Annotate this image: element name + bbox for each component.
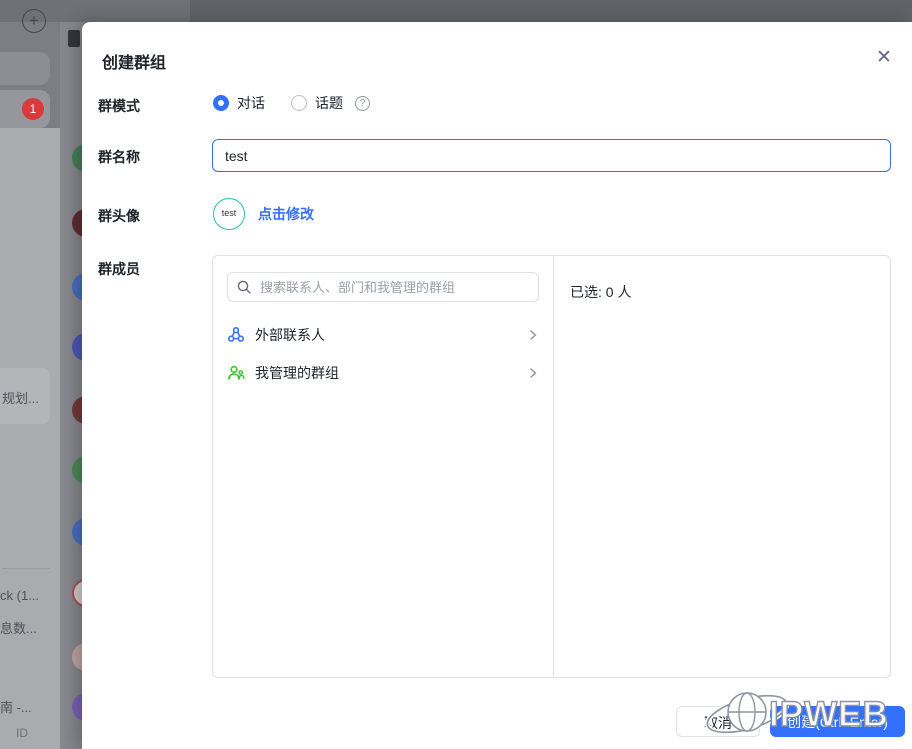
create-button[interactable]: 创建(Ctrl+Enter) [770,706,905,737]
group-avatar-label: 群头像 [98,208,140,224]
external-contacts-icon [227,326,244,342]
background-icon [68,30,80,47]
group-mode-radio-group: 对话 话题 ? [213,93,370,113]
sidebar-text: ID [16,726,28,740]
members-picker-panel: 外部联系人 我管理的群组 [212,255,891,678]
member-item-label: 外部联系人 [255,327,325,343]
plus-icon[interactable]: + [22,9,46,33]
chevron-right-icon [530,330,537,340]
avatar-edit-link[interactable]: 点击修改 [258,204,314,224]
unread-badge: 1 [22,98,44,120]
sidebar-item-dimmed [0,52,50,85]
sidebar-divider [2,568,50,569]
sidebar-text: 规划... [2,391,39,406]
selected-count-text: 已选: 0 人 [570,284,632,300]
create-group-modal: 创建群组 ✕ 群模式 对话 话题 ? 群名称 群头像 test 点击修改 群成员 [82,22,912,749]
app-screen: + 1 规划... ck (1... 息数... 南 -... ID 创建群组 … [0,0,912,749]
radio-selected-icon[interactable] [213,95,229,111]
chevron-right-icon [530,368,537,378]
my-groups-icon [228,365,245,380]
background-top-strip-dark [190,0,912,22]
sidebar-text: 南 -... [0,700,32,715]
radio-option-label: 对话 [237,95,265,111]
member-item-external-contacts[interactable]: 外部联系人 [227,316,539,354]
sidebar-text: 息数... [0,621,37,636]
member-search-input[interactable] [258,278,529,296]
sidebar-panel [0,128,60,749]
conversation-avatar-column [60,22,84,749]
modal-title: 创建群组 [102,55,167,72]
group-name-label: 群名称 [98,149,140,165]
member-item-my-groups[interactable]: 我管理的群组 [227,354,539,392]
group-members-label: 群成员 [98,261,140,277]
cancel-button[interactable]: 取消 [676,706,760,737]
radio-unselected-icon[interactable] [291,95,307,111]
sidebar-text: ck (1... [0,588,40,603]
radio-option-conversation[interactable]: 对话 [213,93,265,113]
help-icon[interactable]: ? [355,95,370,111]
members-source-pane: 外部联系人 我管理的群组 [213,256,554,677]
search-icon [237,280,251,294]
member-item-label: 我管理的群组 [255,365,339,381]
close-icon[interactable]: ✕ [872,46,896,70]
radio-option-label: 话题 [315,95,343,111]
members-selected-pane: 已选: 0 人 [554,256,890,677]
group-name-input[interactable] [212,139,891,172]
member-search-box[interactable] [227,272,539,302]
radio-option-topic[interactable]: 话题 [291,93,343,113]
group-mode-label: 群模式 [98,98,140,114]
group-avatar-preview[interactable]: test [213,198,245,230]
